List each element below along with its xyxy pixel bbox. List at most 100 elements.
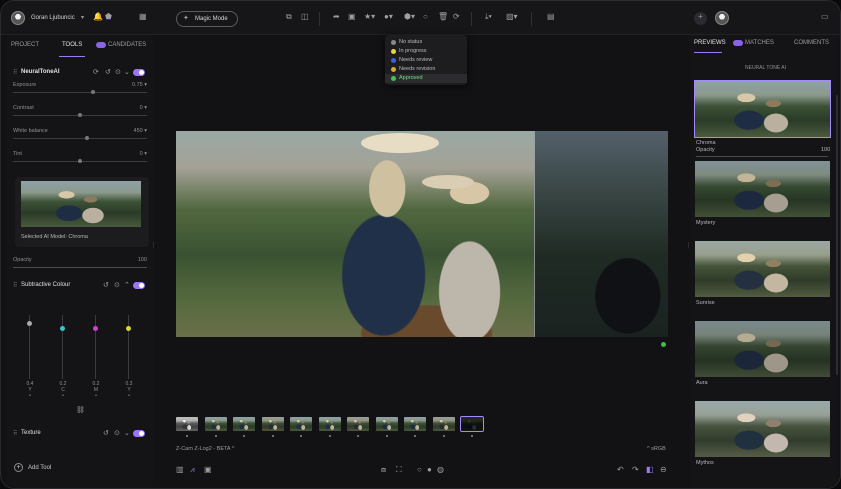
preview-opacity-slider[interactable] [696,156,828,157]
slider-track[interactable] [13,138,147,139]
status-option[interactable]: Needs revision [391,65,467,74]
before-after-icon[interactable]: ◧ [646,465,654,475]
compare-icon[interactable]: ⊖ [660,465,667,475]
preview-thumbnail[interactable] [695,161,830,217]
slider-value[interactable]: 0 ▾ [140,151,147,157]
label-tag-icon[interactable]: ⬢▾ [404,12,415,22]
window-control-icon[interactable]: ▭ [821,12,829,22]
status-option[interactable]: In progress [391,47,467,56]
background-white-icon[interactable]: ○ [417,465,422,475]
fullscreen-icon[interactable]: ⛶ [396,465,402,475]
channel-knob[interactable] [60,325,65,331]
drag-handle-icon[interactable]: ⠿ [13,430,17,437]
slider-knob[interactable] [78,113,82,117]
channel-knob[interactable] [27,321,32,326]
filmstrip-thumbnail[interactable] [347,417,369,431]
adjustment-slider[interactable]: Contrast 0 ▾ [13,105,147,123]
waveform-icon[interactable]: ⩘ [190,465,195,475]
opacity-track[interactable] [13,267,147,268]
adjustment-slider[interactable]: Tint 0 ▾ [13,151,147,169]
export-icon[interactable]: ⤓▾ [485,12,492,22]
link-icon[interactable]: ⛓ [76,406,85,414]
more-options-icon[interactable]: ⊙ [114,281,120,289]
bell-icon[interactable]: 🔔 [93,12,103,22]
more-options-icon[interactable]: ⊙ [114,429,120,437]
filmstrip-thumbnail[interactable] [204,417,227,431]
scrollbar[interactable] [836,95,838,375]
share-icon[interactable]: ➦ [333,12,340,22]
channel-slider[interactable]: 0.3 Y • [126,315,132,399]
subtractive-colour-header[interactable]: ⠿ Subtractive Colour ↺ ⊙ ⌃ [7,280,153,292]
filmstrip-thumbnail[interactable] [318,417,341,431]
filmstrip-thumbnail[interactable] [375,417,398,431]
reset-icon[interactable]: ↺ [103,429,109,437]
adjustment-slider[interactable]: White balance 450 ▾ [13,128,147,146]
refresh-icon[interactable]: ⟳ [93,68,99,76]
channel-slider[interactable]: 0.2 M • [93,315,99,399]
tab-matches[interactable]: MATCHES [745,40,774,46]
background-black-icon[interactable]: ● [427,465,432,475]
slider-knob[interactable] [78,159,82,163]
main-image[interactable] [176,131,668,337]
status-option[interactable]: No status [391,38,467,47]
tab-previews[interactable]: PREVIEWS [694,40,726,46]
channel-slider[interactable]: 0.2 C • [60,315,66,399]
tab-project[interactable]: PROJECT [11,42,39,48]
user-name[interactable]: Goran Ljubuncic [31,13,75,23]
collapse-icon[interactable]: ⌃ [124,281,130,289]
neural-tone-header[interactable]: ⠿ NeuralToneAI ⟳ ↺ ⊙ ⌄ [7,67,153,79]
collaborator-avatar[interactable] [715,11,729,25]
user-avatar[interactable] [11,11,25,25]
magic-mode-button[interactable]: ✦ Magic Mode [176,11,238,27]
undo-icon[interactable]: ↶ [617,465,624,475]
filmstrip-thumbnail[interactable] [460,416,484,432]
adjustment-slider[interactable]: Exposure 0.75 ▾ [13,82,147,100]
camera-profile-label[interactable]: Z-Cam Z-Log2 - BETA ^ [176,446,234,452]
drag-handle-icon[interactable]: ⠿ [13,69,17,76]
background-gray-icon[interactable]: ◍ [437,465,444,475]
star-rating-icon[interactable]: ★▾ [364,12,375,22]
badge-icon[interactable]: ⬟ [105,12,112,22]
color-space-label[interactable]: ^ sRGB [647,446,666,452]
tab-candidates[interactable]: CANDIDATES [108,42,146,48]
status-option[interactable]: Needs review [391,56,467,65]
more-options-icon[interactable]: ⊙ [115,68,121,76]
reset-icon[interactable]: ↺ [103,281,109,289]
preview-thumbnail[interactable] [695,401,830,457]
redo-icon[interactable]: ↷ [632,465,639,475]
filmstrip-thumbnail[interactable] [404,417,426,431]
filmstrip-thumbnail[interactable] [233,417,255,431]
tab-tools[interactable]: TOOLS [62,42,82,48]
subtractive-colour-toggle[interactable] [133,282,145,289]
preview-thumbnail[interactable] [695,321,830,377]
texture-header[interactable]: ⠿ Texture ↺ ⊙ ⌄ [7,428,153,440]
slider-knob[interactable] [84,136,89,140]
circle-icon[interactable]: ○ [423,12,428,22]
image-options-icon[interactable]: ▨▾ [506,12,518,22]
left-panel-resize-handle[interactable]: ⏐ [152,241,155,251]
grid-menu-icon[interactable]: ▦ [139,12,147,22]
gallery-icon[interactable]: ▣ [348,12,356,22]
filmstrip-thumbnail[interactable] [290,417,312,431]
collapse-icon[interactable]: ⌄ [124,68,130,76]
compare-divider[interactable] [534,131,535,337]
slider-value[interactable]: 0.75 ▾ [132,82,147,88]
preview-thumbnail[interactable] [694,80,831,138]
neural-tone-toggle[interactable] [133,69,145,76]
opacity-slider[interactable]: Opacity 100 [13,257,147,275]
channel-slider[interactable]: 0.4 Y • [27,315,33,399]
histogram-icon[interactable]: ▥ [176,465,184,475]
preview-thumbnail[interactable] [695,241,830,297]
filmstrip-thumbnail[interactable] [261,417,284,431]
slider-knob[interactable] [91,90,95,94]
status-option[interactable]: Approved [385,74,467,83]
compare-split-icon[interactable]: ◫ [301,12,309,22]
add-user-icon[interactable]: + [694,12,707,25]
channel-knob[interactable] [93,325,98,331]
status-dot-icon[interactable]: ●▾ [384,12,393,22]
reset-icon[interactable]: ↺ [105,68,111,76]
comment-icon[interactable]: ▤ [547,12,555,22]
chevron-down-icon[interactable]: ▾ [81,13,84,23]
fit-screen-icon[interactable]: ⧈ [381,465,386,475]
channel-knob[interactable] [126,325,131,331]
